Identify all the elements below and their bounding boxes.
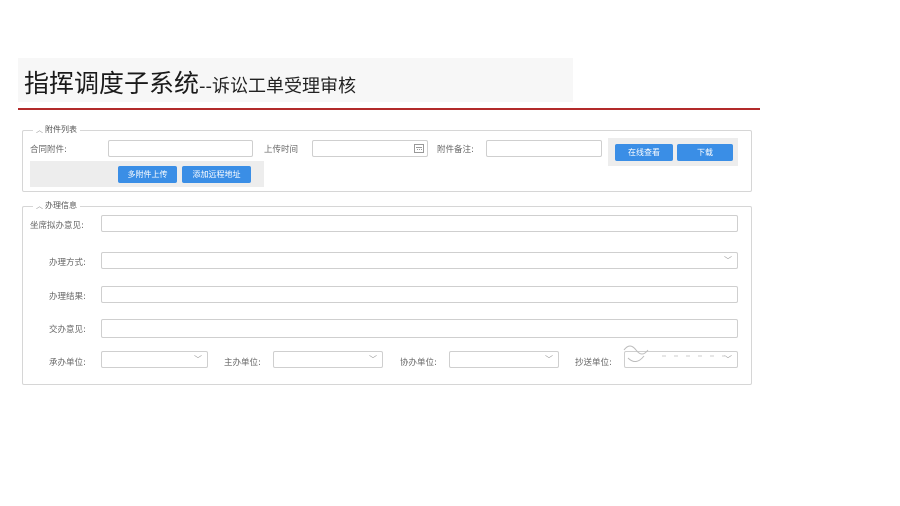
transfer-opinion-field[interactable]: [101, 319, 738, 338]
multi-upload-button[interactable]: 多附件上传: [118, 166, 177, 183]
attachment-note-field[interactable]: [486, 140, 602, 157]
handling-method-select[interactable]: ﹀: [101, 252, 738, 269]
add-remote-address-button[interactable]: 添加远程地址: [182, 166, 251, 183]
page-title: 指挥调度子系统--诉讼工单受理审核: [24, 64, 356, 100]
lead-unit-label: 主办单位:: [224, 358, 261, 368]
undertaking-unit-label: 承办单位:: [49, 358, 86, 368]
calendar-icon[interactable]: [414, 144, 424, 153]
collapse-caret-icon[interactable]: ︿: [36, 126, 43, 134]
seat-opinion-label: 坐席拟办意见:: [30, 221, 84, 231]
collapse-caret-icon[interactable]: ︿: [36, 202, 43, 210]
chevron-down-icon[interactable]: ﹀: [545, 354, 553, 365]
contract-attachment-field[interactable]: [108, 140, 253, 157]
page-header: 指挥调度子系统--诉讼工单受理审核: [18, 58, 760, 110]
seat-opinion-field[interactable]: [101, 215, 738, 232]
handling-legend[interactable]: ︿ 办理信息: [33, 200, 80, 211]
title-sub: --诉讼工单受理审核: [199, 76, 357, 97]
title-main: 指挥调度子系统: [24, 69, 200, 98]
cc-unit-label: 抄送单位:: [575, 358, 612, 368]
handling-method-label: 办理方式:: [49, 258, 86, 268]
lead-unit-select[interactable]: ﹀: [273, 351, 383, 368]
handling-result-label: 办理结果:: [49, 292, 86, 302]
assist-unit-label: 协办单位:: [400, 358, 437, 368]
attachment-note-label: 附件备注:: [437, 145, 474, 155]
attachments-legend-label: 附件列表: [45, 125, 77, 134]
chevron-down-icon[interactable]: ﹀: [724, 255, 732, 266]
handling-result-field[interactable]: [101, 286, 738, 303]
handling-legend-label: 办理信息: [45, 201, 77, 210]
view-online-button[interactable]: 在线查看: [615, 144, 673, 161]
upload-time-label: 上传时间: [264, 145, 299, 155]
transfer-opinion-label: 交办意见:: [49, 325, 86, 335]
chevron-down-icon[interactable]: ﹀: [369, 354, 377, 365]
undertaking-unit-select[interactable]: ﹀: [101, 351, 208, 368]
title-divider: [18, 108, 760, 110]
attachments-legend[interactable]: ︿ 附件列表: [33, 124, 80, 135]
contract-attachment-label: 合同附件:: [30, 145, 67, 155]
watermark-mark: [623, 345, 726, 362]
upload-time-field[interactable]: [312, 140, 428, 157]
chevron-down-icon[interactable]: ﹀: [194, 354, 202, 365]
assist-unit-select[interactable]: ﹀: [449, 351, 559, 368]
download-button[interactable]: 下载: [677, 144, 733, 161]
